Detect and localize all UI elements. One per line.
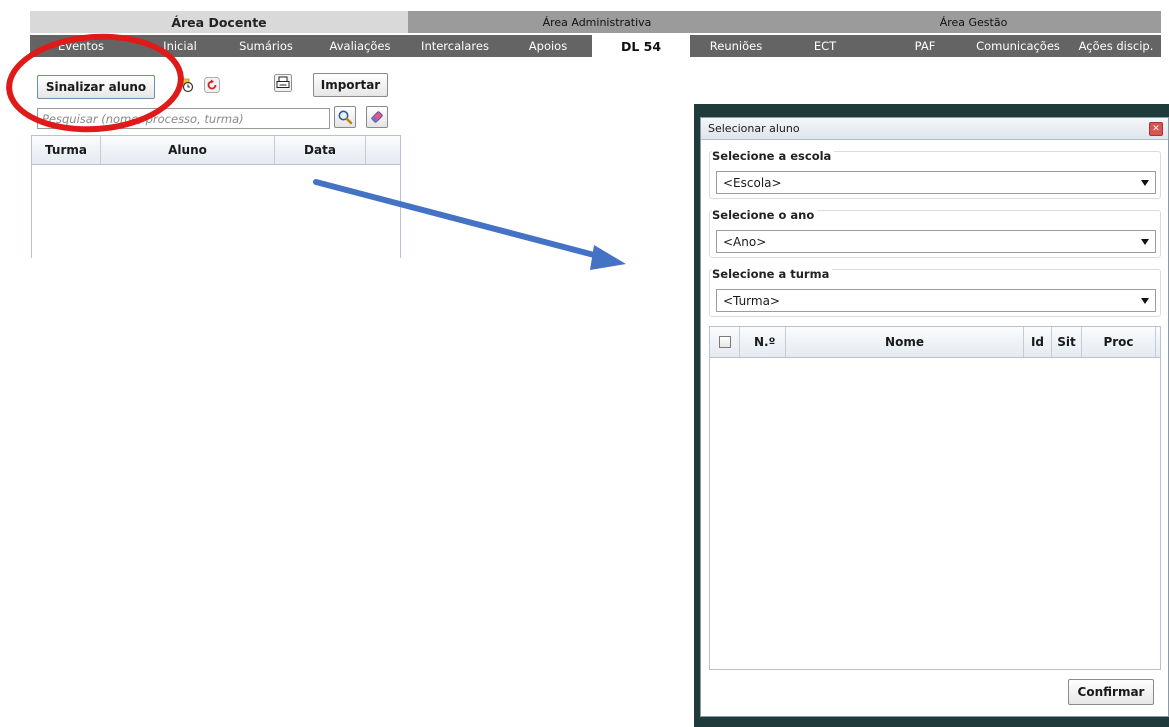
sinalizar-aluno-button[interactable]: Sinalizar aluno bbox=[37, 75, 155, 99]
tab-acoes-discip[interactable]: Ações discip. bbox=[1072, 35, 1160, 57]
tab-comunicacoes[interactable]: Comunicações bbox=[972, 35, 1064, 57]
turma-select-value: <Turma> bbox=[723, 293, 780, 308]
tab-bar: Eventos Inicial Sumários Avaliações Inte… bbox=[30, 35, 1161, 57]
ano-select-value: <Ano> bbox=[723, 234, 767, 249]
refresh-icon[interactable] bbox=[203, 76, 221, 94]
tab-dl54[interactable]: DL 54 bbox=[592, 35, 690, 57]
turma-fieldset: Selecione a turma <Turma> bbox=[709, 267, 1161, 317]
select-all-checkbox[interactable] bbox=[718, 336, 731, 348]
tab-eventos[interactable]: Eventos bbox=[50, 35, 112, 57]
students-grid: Turma Aluno Data bbox=[31, 135, 401, 258]
column-header-turma[interactable]: Turma bbox=[32, 136, 101, 164]
escola-legend: Selecione a escola bbox=[712, 149, 835, 163]
dialog-grid-header: N.º Nome Id Sit Proc bbox=[710, 327, 1160, 358]
importar-button[interactable]: Importar bbox=[313, 73, 388, 97]
escola-select-value: <Escola> bbox=[723, 175, 782, 190]
column-header-sit[interactable]: Sit bbox=[1052, 327, 1082, 357]
ano-legend: Selecione o ano bbox=[712, 208, 818, 222]
turma-select[interactable]: <Turma> bbox=[716, 289, 1156, 312]
confirmar-button[interactable]: Confirmar bbox=[1068, 679, 1154, 705]
column-header-nome[interactable]: Nome bbox=[786, 327, 1024, 357]
eraser-icon bbox=[371, 111, 383, 123]
selecionar-aluno-dialog: Selecionar aluno ✕ Selecione a escola <E… bbox=[700, 117, 1169, 717]
tab-sumarios[interactable]: Sumários bbox=[230, 35, 302, 57]
tab-reunioes[interactable]: Reuniões bbox=[702, 35, 770, 57]
tab-avaliacoes[interactable]: Avaliações bbox=[320, 35, 400, 57]
dialog-title: Selecionar aluno bbox=[708, 122, 800, 135]
column-header-aluno[interactable]: Aluno bbox=[101, 136, 275, 164]
students-grid-header: Turma Aluno Data bbox=[32, 136, 400, 165]
dropdown-arrow-icon bbox=[1141, 180, 1149, 186]
column-header-id[interactable]: Id bbox=[1024, 327, 1052, 357]
ano-fieldset: Selecione o ano <Ano> bbox=[709, 208, 1161, 258]
area-gestao[interactable]: Área Gestão bbox=[786, 11, 1161, 33]
dialog-title-bar[interactable]: Selecionar aluno ✕ bbox=[701, 118, 1168, 140]
clear-search-button[interactable] bbox=[366, 106, 388, 128]
print-icon[interactable] bbox=[274, 74, 292, 92]
search-input[interactable]: Pesquisar (nome, processo, turma) bbox=[37, 108, 330, 129]
ano-select[interactable]: <Ano> bbox=[716, 230, 1156, 253]
dropdown-arrow-icon bbox=[1141, 298, 1149, 304]
search-icon bbox=[338, 110, 353, 125]
dropdown-arrow-icon bbox=[1141, 239, 1149, 245]
search-button[interactable] bbox=[334, 106, 356, 128]
escola-fieldset: Selecione a escola <Escola> bbox=[709, 149, 1161, 199]
tab-intercalares[interactable]: Intercalares bbox=[412, 35, 498, 57]
tab-ect[interactable]: ECT bbox=[805, 35, 845, 57]
tab-paf[interactable]: PAF bbox=[905, 35, 945, 57]
calendar-clock-icon[interactable] bbox=[177, 76, 195, 94]
column-header-data[interactable]: Data bbox=[275, 136, 366, 164]
close-icon[interactable]: ✕ bbox=[1149, 122, 1163, 136]
escola-select[interactable]: <Escola> bbox=[716, 171, 1156, 194]
column-header-numero[interactable]: N.º bbox=[740, 327, 786, 357]
area-header-row: Área Docente Área Administrativa Área Ge… bbox=[30, 11, 1161, 33]
column-header-extra bbox=[366, 136, 400, 164]
tab-inicial[interactable]: Inicial bbox=[150, 35, 210, 57]
area-administrativa[interactable]: Área Administrativa bbox=[408, 11, 786, 33]
select-all-checkbox-cell bbox=[710, 327, 740, 357]
area-docente[interactable]: Área Docente bbox=[30, 11, 408, 33]
turma-legend: Selecione a turma bbox=[712, 267, 833, 281]
dialog-students-grid: N.º Nome Id Sit Proc bbox=[709, 326, 1161, 670]
column-header-proc[interactable]: Proc bbox=[1082, 327, 1156, 357]
tab-apoios[interactable]: Apoios bbox=[520, 35, 576, 57]
